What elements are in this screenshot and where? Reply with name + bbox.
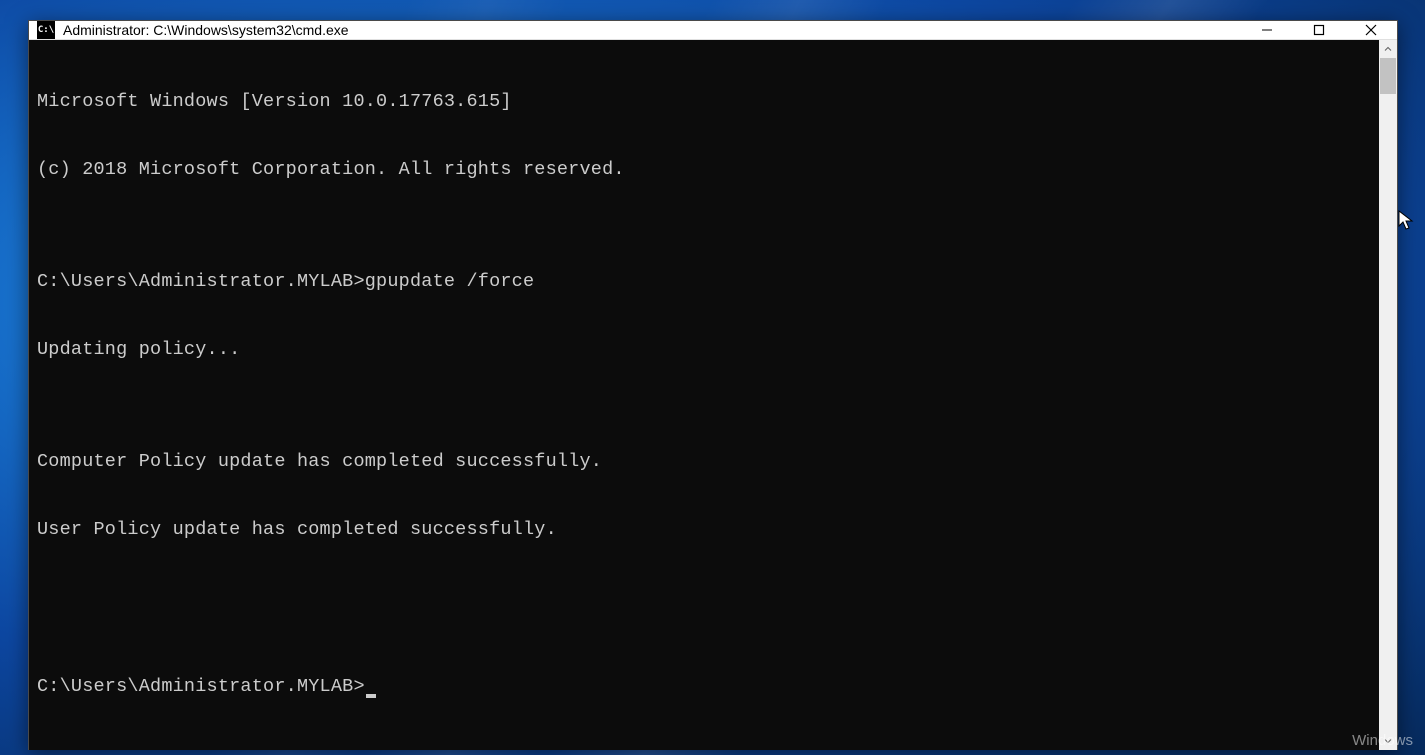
close-icon <box>1365 24 1377 36</box>
windows-watermark: Windows <box>1352 732 1413 749</box>
close-button[interactable] <box>1345 21 1397 39</box>
minimize-button[interactable] <box>1241 21 1293 39</box>
vertical-scrollbar[interactable] <box>1379 40 1397 750</box>
terminal-line: User Policy update has completed success… <box>37 519 1371 542</box>
terminal-line: (c) 2018 Microsoft Corporation. All righ… <box>37 159 1371 182</box>
terminal-body[interactable]: Microsoft Windows [Version 10.0.17763.61… <box>29 40 1397 750</box>
window-titlebar[interactable]: C:\ Administrator: C:\Windows\system32\c… <box>29 21 1397 40</box>
cmd-window: C:\ Administrator: C:\Windows\system32\c… <box>28 20 1398 750</box>
maximize-icon <box>1313 24 1325 36</box>
terminal-line: Microsoft Windows [Version 10.0.17763.61… <box>37 91 1371 114</box>
maximize-button[interactable] <box>1293 21 1345 39</box>
terminal-prompt: C:\Users\Administrator.MYLAB> <box>37 676 365 699</box>
window-title: Administrator: C:\Windows\system32\cmd.e… <box>63 22 1241 38</box>
terminal-content[interactable]: Microsoft Windows [Version 10.0.17763.61… <box>29 40 1379 750</box>
minimize-icon <box>1261 24 1273 36</box>
terminal-line: Updating policy... <box>37 339 1371 362</box>
terminal-cursor <box>366 694 376 698</box>
window-controls <box>1241 21 1397 39</box>
terminal-line: C:\Users\Administrator.MYLAB>gpupdate /f… <box>37 271 1371 294</box>
scroll-thumb[interactable] <box>1380 58 1396 94</box>
terminal-line: Computer Policy update has completed suc… <box>37 451 1371 474</box>
cmd-icon: C:\ <box>37 21 55 39</box>
chevron-up-icon <box>1384 45 1392 53</box>
scroll-up-button[interactable] <box>1379 40 1397 58</box>
terminal-prompt-line: C:\Users\Administrator.MYLAB> <box>37 676 1371 699</box>
